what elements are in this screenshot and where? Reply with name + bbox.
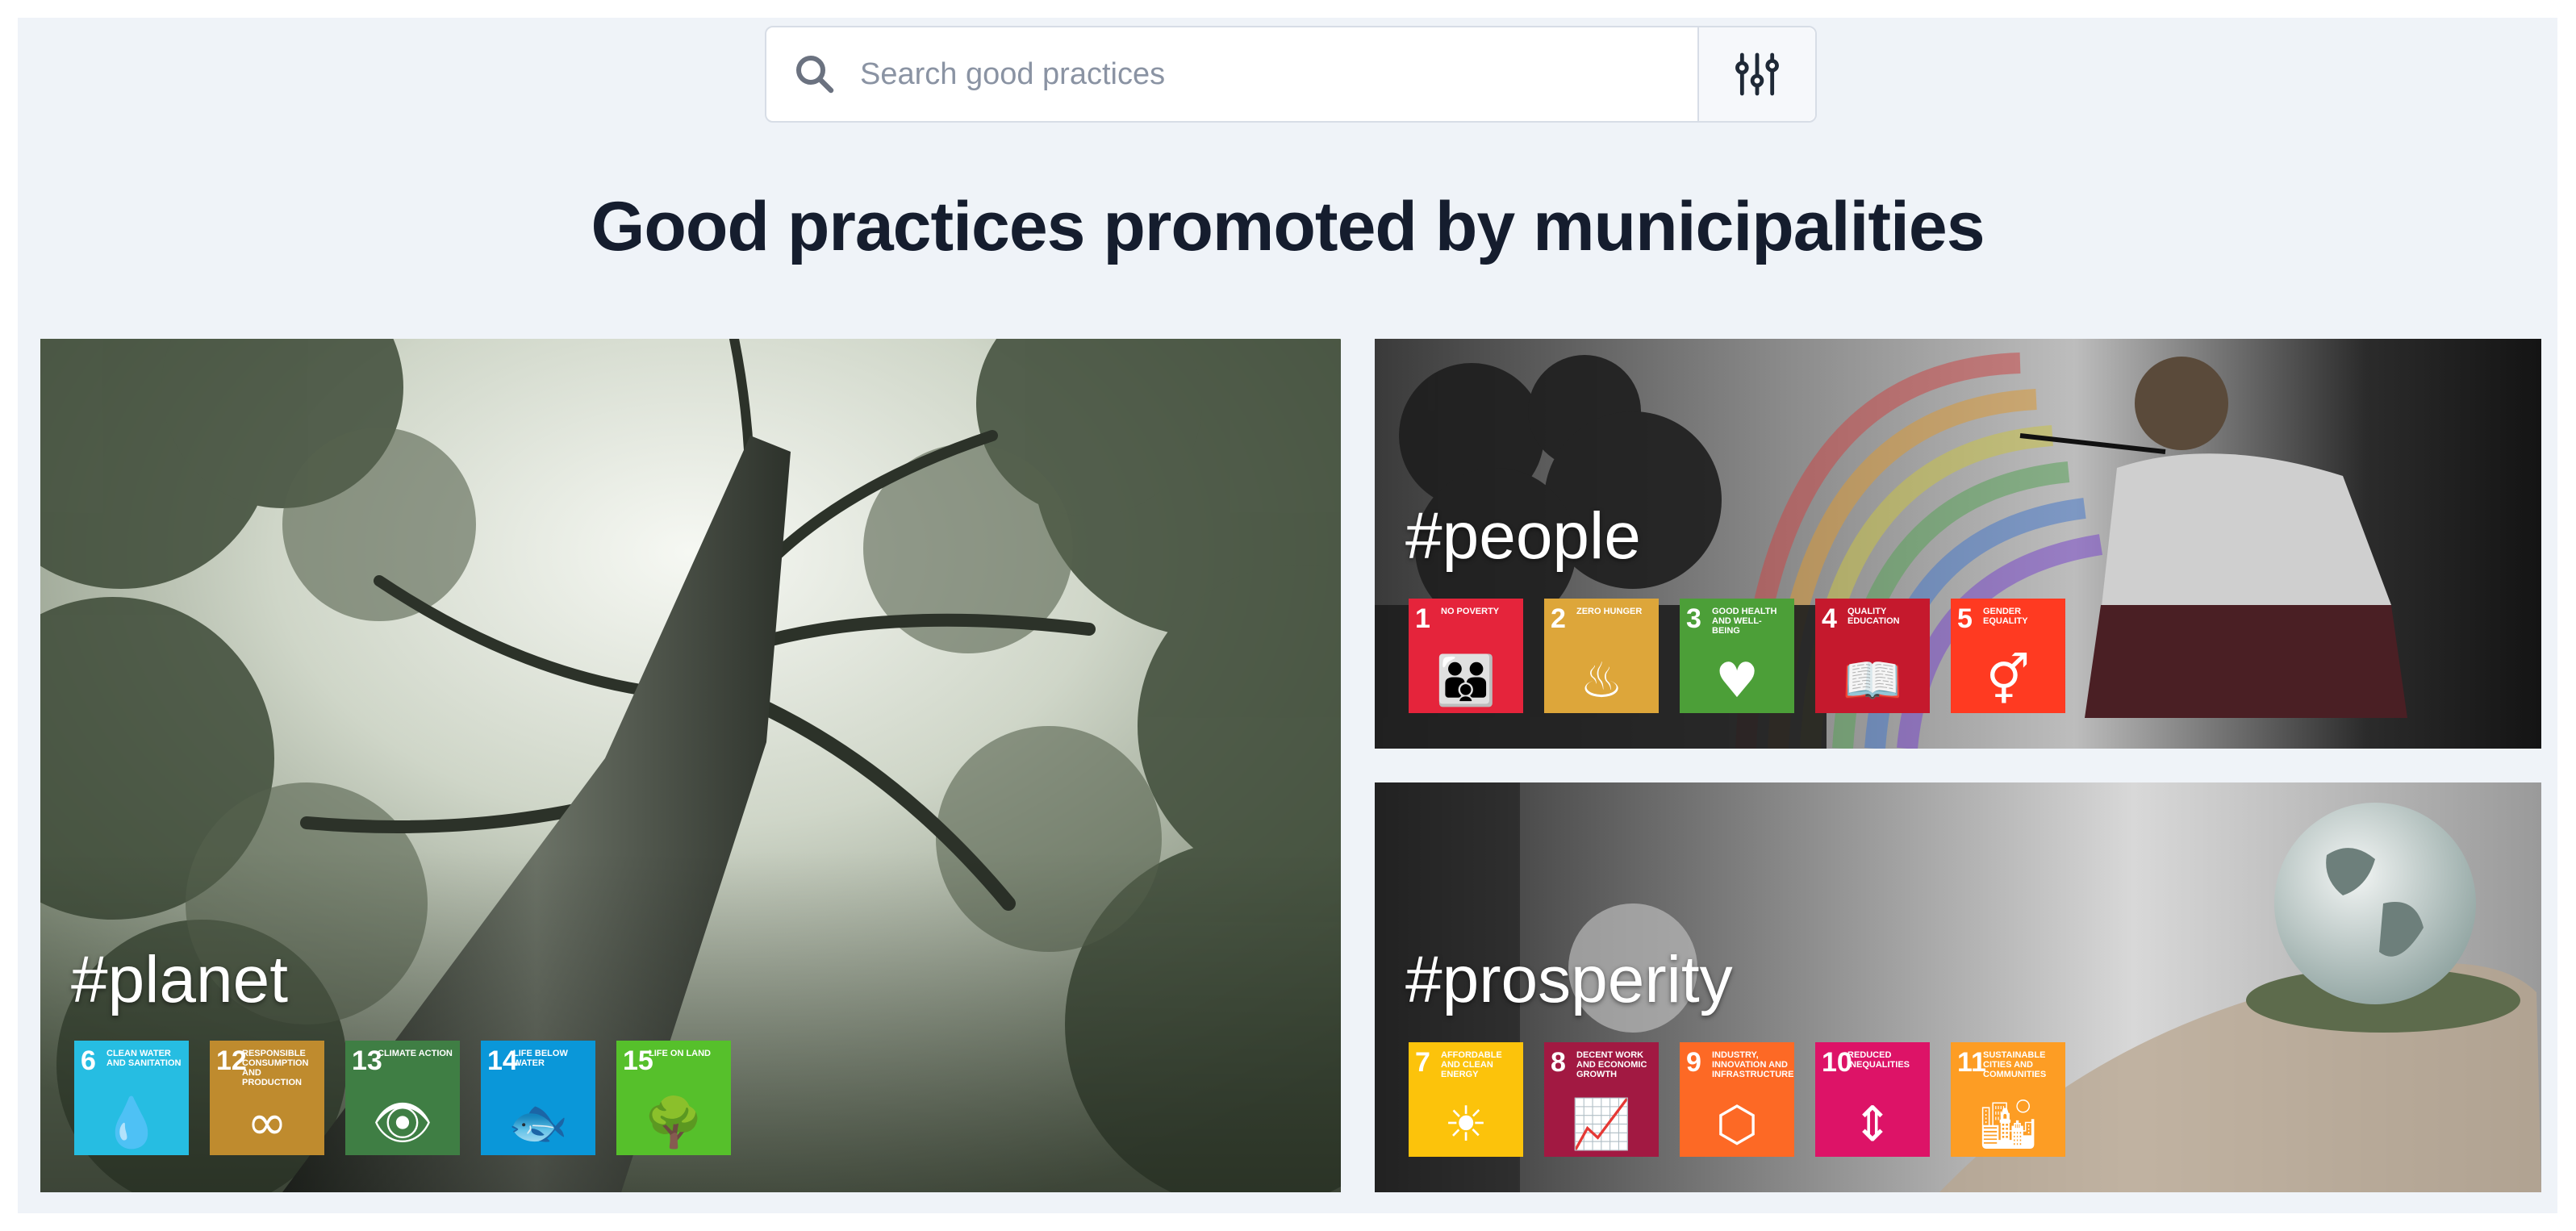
sdg-goals-list: 7 Affordable and clean energy ☀ 8 Decent… xyxy=(1409,1042,2065,1157)
sdg-number: 8 xyxy=(1551,1047,1566,1078)
card-tag: #prosperity xyxy=(1405,943,1733,1016)
sdg-label: Life below water xyxy=(513,1049,568,1068)
sdg-label: Sustainable cities and communities xyxy=(1983,1050,2047,1079)
sdg-15-badge[interactable]: 15 Life on land 🌳 xyxy=(616,1041,731,1155)
sdg-label: Climate action xyxy=(378,1049,453,1058)
sdg-label: Reduced inequalities xyxy=(1847,1050,1910,1070)
bowl-icon: ♨ xyxy=(1580,653,1623,709)
eye-globe-icon: 👁 xyxy=(371,1095,434,1151)
sdg-number: 11 xyxy=(1957,1047,1986,1078)
sdg-1-badge[interactable]: 1 No poverty 👪 xyxy=(1409,599,1523,713)
sdg-9-badge[interactable]: 9 Industry, innovation and infrastructur… xyxy=(1680,1042,1794,1157)
sdg-number: 7 xyxy=(1415,1047,1430,1078)
sdg-label: Clean water and sanitation xyxy=(106,1049,182,1068)
search-bar xyxy=(765,26,1817,123)
sdg-label: Quality education xyxy=(1847,607,1900,626)
book-icon: 📖 xyxy=(1842,653,1903,709)
sliders-icon xyxy=(1735,52,1779,96)
page-title: Good practices promoted by municipalitie… xyxy=(591,188,1985,265)
sdg-goals-list: 1 No poverty 👪 2 Zero hunger ♨ 3 Good he… xyxy=(1409,599,2065,713)
sdg-13-badge[interactable]: 13 Climate action 👁 xyxy=(345,1041,460,1155)
search-input[interactable] xyxy=(858,33,1668,115)
search-icon xyxy=(796,56,834,94)
sdg-label: Decent work and economic growth xyxy=(1576,1050,1647,1079)
sdg-number: 6 xyxy=(81,1045,96,1076)
sdg-goals-list: 6 Clean water and sanitation 💧 12 Respon… xyxy=(74,1041,731,1155)
sdg-number: 1 xyxy=(1415,603,1430,634)
city-buildings-icon: 🏙 xyxy=(1977,1096,2040,1153)
sdg-2-badge[interactable]: 2 Zero hunger ♨ xyxy=(1544,599,1659,713)
sdg-label: Good health and well-being xyxy=(1712,607,1777,636)
infinity-icon: ∞ xyxy=(247,1095,287,1151)
sdg-14-badge[interactable]: 14 Life below water 🐟 xyxy=(481,1041,595,1155)
sdg-12-badge[interactable]: 12 Responsible consumption and productio… xyxy=(210,1041,324,1155)
sdg-11-badge[interactable]: 11 Sustainable cities and communities 🏙 xyxy=(1951,1042,2065,1157)
card-tag: #people xyxy=(1405,499,1641,573)
sdg-4-badge[interactable]: 4 Quality education 📖 xyxy=(1815,599,1930,713)
sun-icon: ☀ xyxy=(1444,1096,1488,1153)
water-drop-icon: 💧 xyxy=(101,1095,162,1151)
sdg-number: 5 xyxy=(1957,603,1973,634)
sdg-number: 3 xyxy=(1686,603,1701,634)
filter-button[interactable] xyxy=(1697,27,1815,121)
sdg-label: Affordable and clean energy xyxy=(1441,1050,1502,1079)
sdg-10-badge[interactable]: 10 Reduced inequalities ⇕ xyxy=(1815,1042,1930,1157)
sdg-7-badge[interactable]: 7 Affordable and clean energy ☀ xyxy=(1409,1042,1523,1157)
fish-icon: 🐟 xyxy=(507,1095,569,1151)
sdg-number: 4 xyxy=(1822,603,1837,634)
sdg-number: 2 xyxy=(1551,603,1566,634)
growth-chart-icon: 📈 xyxy=(1571,1096,1632,1153)
equality-arrows-icon: ⇕ xyxy=(1852,1096,1893,1153)
sdg-label: Life on land xyxy=(649,1049,711,1058)
sdg-3-badge[interactable]: 3 Good health and well-being ♥ xyxy=(1680,599,1794,713)
sdg-label: Responsible consumption and production xyxy=(242,1049,309,1087)
sdg-label: No poverty xyxy=(1441,607,1500,616)
card-tag: #planet xyxy=(71,943,289,1016)
family-icon: 👪 xyxy=(1435,653,1497,709)
sdg-6-badge[interactable]: 6 Clean water and sanitation 💧 xyxy=(74,1041,189,1155)
card-people[interactable]: #people 1 No poverty 👪 2 Zero hunger ♨ 3… xyxy=(1375,339,2541,749)
sdg-label: Zero hunger xyxy=(1576,607,1643,616)
sdg-number: 9 xyxy=(1686,1047,1701,1078)
gender-icon: ⚥ xyxy=(1985,653,2031,709)
heartbeat-icon: ♥ xyxy=(1715,653,1759,709)
card-prosperity[interactable]: #prosperity 7 Affordable and clean energ… xyxy=(1375,782,2541,1192)
card-planet[interactable]: #planet 6 Clean water and sanitation 💧 1… xyxy=(40,339,1341,1192)
sdg-label: Gender equality xyxy=(1983,607,2028,626)
tree-icon: 🌳 xyxy=(643,1095,704,1151)
page: Good practices promoted by municipalitie… xyxy=(18,18,2557,1213)
cubes-icon: ⬡ xyxy=(1715,1096,1759,1153)
sdg-5-badge[interactable]: 5 Gender equality ⚥ xyxy=(1951,599,2065,713)
sdg-label: Industry, innovation and infrastructure xyxy=(1712,1050,1794,1079)
sdg-8-badge[interactable]: 8 Decent work and economic growth 📈 xyxy=(1544,1042,1659,1157)
